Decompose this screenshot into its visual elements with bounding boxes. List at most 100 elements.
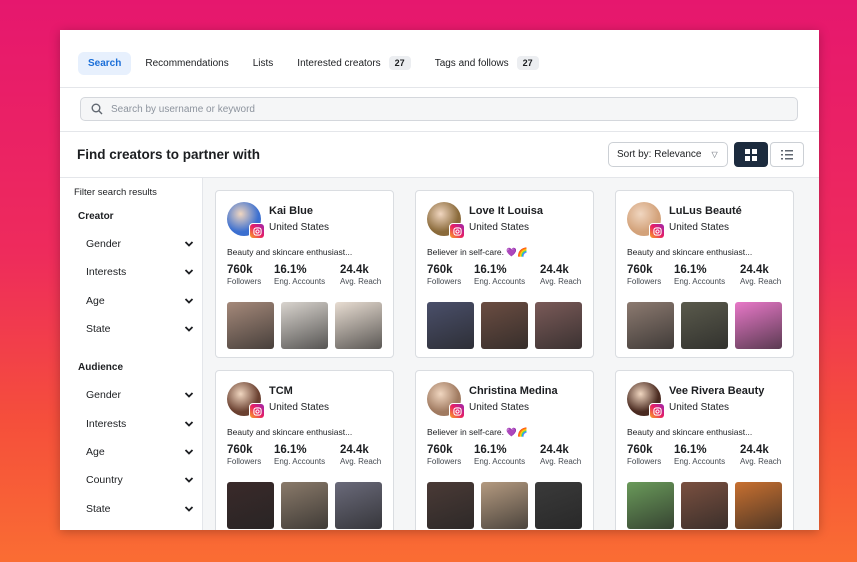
creator-card[interactable]: Love It Louisa United States Believer in… — [415, 190, 594, 358]
post-thumbnail[interactable] — [427, 482, 474, 529]
creator-name: Christina Medina — [469, 385, 558, 397]
stat-label: Eng. Accounts — [474, 457, 526, 466]
stat-followers: 760k Followers — [627, 264, 661, 286]
post-thumbnail[interactable] — [281, 482, 328, 529]
stat-label: Followers — [227, 457, 262, 466]
filter-audience-interests[interactable]: Interests — [86, 418, 194, 430]
divider — [60, 87, 819, 88]
stat-value: 760k — [427, 264, 453, 276]
stat-avg-reach: 24.4k Avg. Reach — [740, 264, 781, 286]
stat-label: Followers — [427, 277, 462, 286]
post-thumbnail[interactable] — [681, 482, 728, 529]
creator-card[interactable]: Kai Blue United States Beauty and skinca… — [215, 190, 394, 358]
stat-eng-accounts: 16.1% Eng. Accounts — [274, 444, 325, 466]
filter-creator-age[interactable]: Age — [86, 295, 194, 307]
tab-bar: Search Recommendations Lists Interested … — [78, 48, 553, 78]
stat-value: 24.4k — [740, 444, 769, 456]
chevron-down-icon — [184, 421, 194, 427]
post-thumbnail[interactable] — [427, 302, 474, 349]
tab-label: Search — [88, 57, 122, 69]
creator-location: United States — [669, 402, 730, 413]
post-thumbnail[interactable] — [335, 482, 382, 529]
filter-label: State — [86, 503, 111, 515]
search-input[interactable] — [109, 102, 753, 116]
tab-search[interactable]: Search — [78, 51, 132, 75]
post-thumbnail[interactable] — [281, 302, 328, 349]
creator-bio: Beauty and skincare enthusiast... — [227, 247, 353, 257]
post-thumbnail[interactable] — [681, 302, 728, 349]
post-thumbnail[interactable] — [627, 482, 674, 529]
filter-audience-age[interactable]: Age — [86, 446, 194, 458]
stat-label: Avg. Reach — [540, 277, 582, 286]
post-thumbnail[interactable] — [535, 482, 582, 529]
filter-creator-state[interactable]: State — [86, 323, 194, 335]
chevron-down-icon — [184, 477, 194, 483]
stat-label: Eng. Accounts — [274, 457, 326, 466]
search-bar[interactable] — [80, 97, 798, 121]
post-thumbnail[interactable] — [227, 302, 274, 349]
chevron-down-icon — [184, 392, 194, 398]
filter-audience-country[interactable]: Country — [86, 474, 194, 486]
stat-label: Followers — [627, 457, 662, 466]
filter-audience-gender[interactable]: Gender — [86, 389, 194, 401]
stat-label: Followers — [427, 457, 462, 466]
creator-card[interactable]: Vee Rivera Beauty United States Beauty a… — [615, 370, 794, 530]
stat-label: Eng. Accounts — [674, 457, 726, 466]
stat-eng-accounts: 16.1% Eng. Accounts — [274, 264, 325, 286]
stat-label: Eng. Accounts — [674, 277, 726, 286]
creator-card[interactable]: TCM United States Beauty and skincare en… — [215, 370, 394, 530]
filter-title: Filter search results — [74, 187, 157, 198]
stat-eng-accounts: 16.1% Eng. Accounts — [674, 444, 725, 466]
creator-location: United States — [469, 402, 530, 413]
creator-card[interactable]: LuLus Beauté United States Beauty and sk… — [615, 190, 794, 358]
stat-label: Avg. Reach — [340, 277, 382, 286]
post-thumbnail[interactable] — [227, 482, 274, 529]
creator-bio: Believer in self-care. 💜🌈 — [427, 247, 528, 257]
chevron-down-icon — [184, 326, 194, 332]
post-thumbnail[interactable] — [481, 482, 528, 529]
creator-grid: Kai Blue United States Beauty and skinca… — [203, 178, 819, 530]
filter-label: Age — [86, 446, 105, 458]
sort-dropdown[interactable]: Sort by: Relevance ▽ — [608, 142, 728, 167]
stat-followers: 760k Followers — [627, 444, 661, 466]
post-thumbnail[interactable] — [481, 302, 528, 349]
post-thumbnail[interactable] — [335, 302, 382, 349]
creator-bio: Beauty and skincare enthusiast... — [227, 427, 353, 437]
stat-followers: 760k Followers — [227, 264, 261, 286]
instagram-icon — [249, 223, 265, 239]
stat-value: 16.1% — [274, 264, 307, 276]
stat-avg-reach: 24.4k Avg. Reach — [340, 264, 381, 286]
count-badge: 27 — [516, 56, 539, 70]
filter-sidebar: Filter search results Creator Gender Int… — [60, 178, 202, 530]
creator-name: Love It Louisa — [469, 205, 543, 217]
filter-creator-gender[interactable]: Gender — [86, 238, 194, 250]
stat-followers: 760k Followers — [227, 444, 261, 466]
post-thumbnail[interactable] — [735, 482, 782, 529]
stat-label: Avg. Reach — [340, 457, 382, 466]
post-thumbnail[interactable] — [735, 302, 782, 349]
stat-value: 16.1% — [474, 264, 507, 276]
creator-card[interactable]: Christina Medina United States Believer … — [415, 370, 594, 530]
stat-label: Avg. Reach — [540, 457, 582, 466]
filter-audience-state[interactable]: State — [86, 503, 194, 515]
creator-bio: Beauty and skincare enthusiast... — [627, 247, 753, 257]
filter-label: Interests — [86, 266, 127, 278]
stat-value: 760k — [627, 264, 653, 276]
stat-avg-reach: 24.4k Avg. Reach — [340, 444, 381, 466]
stat-label: Followers — [227, 277, 262, 286]
filter-label: Age — [86, 295, 105, 307]
filter-creator-interests[interactable]: Interests — [86, 266, 194, 278]
tab-interested-creators[interactable]: Interested creators 27 — [287, 50, 420, 76]
stat-value: 24.4k — [540, 444, 569, 456]
tab-recommendations[interactable]: Recommendations — [135, 52, 238, 75]
grid-view-button[interactable] — [734, 142, 768, 167]
creator-name: TCM — [269, 385, 293, 397]
stat-value: 760k — [427, 444, 453, 456]
post-thumbnail[interactable] — [535, 302, 582, 349]
post-thumbnail[interactable] — [627, 302, 674, 349]
sort-label: Sort by: Relevance — [617, 149, 702, 160]
tab-lists[interactable]: Lists — [243, 52, 284, 75]
list-view-button[interactable] — [770, 142, 804, 167]
creator-bio: Beauty and skincare enthusiast... — [627, 427, 753, 437]
tab-tags-and-follows[interactable]: Tags and follows 27 — [425, 50, 549, 76]
